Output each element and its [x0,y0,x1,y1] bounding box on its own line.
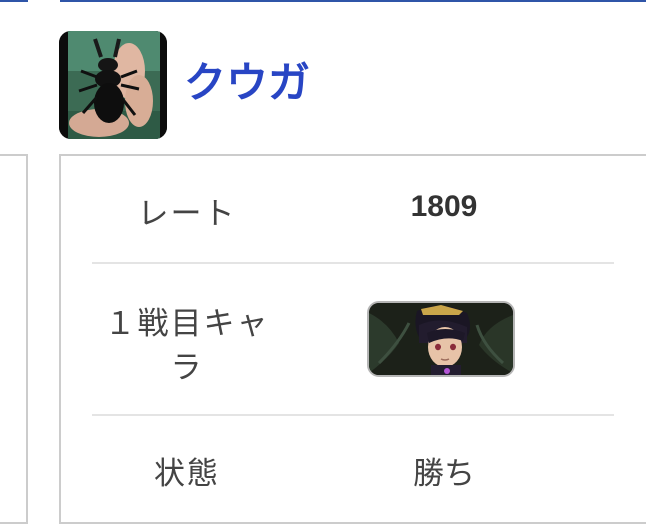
top-rule-left [0,0,28,2]
row-divider [92,262,614,264]
dark-pit-icon [369,303,513,375]
status-value: 勝ち [413,456,475,492]
character-icon[interactable] [367,301,515,377]
player-name[interactable]: クウガ [184,58,310,108]
top-rule-right [60,0,646,2]
status-label: 状態 [154,456,220,492]
previous-card-edge [0,154,28,524]
player-avatar[interactable] [59,31,167,139]
rate-value: 1809 [410,190,478,223]
character-label-line2: ラ [170,350,204,386]
rate-label: レート [137,196,237,232]
character-label-line1: １戦目キャ [104,306,270,342]
stag-beetle-avatar-icon [59,31,167,139]
row-divider [92,414,614,416]
